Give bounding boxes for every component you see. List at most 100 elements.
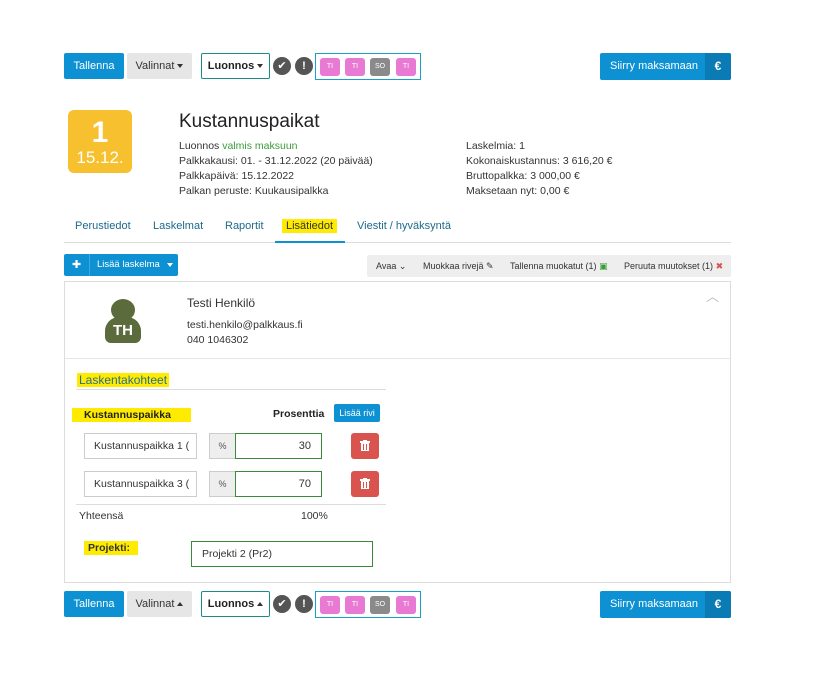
avatar: TH xyxy=(105,299,141,343)
pencil-icon: ✎ xyxy=(486,261,494,271)
save-changes-button[interactable]: Tallenna muokatut (1) ▣ xyxy=(510,255,608,277)
column-header-cost-center: Kustannuspaikka xyxy=(72,408,191,422)
options-label: Valinnat xyxy=(135,60,175,72)
exclamation-circle-icon[interactable]: ! xyxy=(295,57,313,75)
badge-day: 1 xyxy=(91,116,109,149)
total-cost: Kokonaiskustannus: 3 616,20 € xyxy=(466,155,613,167)
chip-ti[interactable]: TI xyxy=(345,58,365,76)
check-circle-icon[interactable]: ✔ xyxy=(273,595,291,613)
project-label: Projekti: xyxy=(84,541,139,555)
save-changes-label: Tallenna muokatut (1) xyxy=(510,261,597,271)
payment-label: Siirry maksamaan xyxy=(610,60,699,72)
options-label: Valinnat xyxy=(135,598,175,610)
save-button[interactable]: Tallenna xyxy=(64,591,124,617)
workflow-chips: TI TI SO TI xyxy=(315,53,421,80)
status-text: valmis maksuun xyxy=(222,140,298,152)
pay-period: Palkkakausi: 01. - 31.12.2022 (20 päivää… xyxy=(179,155,373,167)
status-label: Luonnos xyxy=(207,598,255,610)
tab-bar: Perustiedot Laskelmat Raportit Lisätiedo… xyxy=(64,215,731,243)
caret-up-icon xyxy=(177,602,184,607)
caret-down-icon xyxy=(167,263,173,267)
chip-ti[interactable]: TI xyxy=(345,596,365,614)
delete-row-button[interactable] xyxy=(351,471,379,497)
pay-day: Palkkapäivä: 15.12.2022 xyxy=(179,170,295,182)
chip-ti[interactable]: TI xyxy=(396,596,416,614)
payment-label: Siirry maksamaan xyxy=(610,598,699,610)
date-badge: 1 15.12. xyxy=(68,110,132,173)
gross-salary: Bruttopalkka: 3 000,00 € xyxy=(466,170,580,182)
euro-icon: € xyxy=(705,591,731,618)
open-label: Avaa xyxy=(376,261,397,271)
chip-so[interactable]: SO xyxy=(370,596,390,614)
project-select[interactable]: Projekti 2 (Pr2) xyxy=(191,541,373,567)
tab-basic-info[interactable]: Perustiedot xyxy=(75,220,131,232)
options-dropdown[interactable]: Valinnat xyxy=(127,53,192,79)
cancel-changes-button[interactable]: Peruuta muutokset (1) ✖ xyxy=(624,255,723,277)
go-to-payment-button[interactable]: Siirry maksamaan € xyxy=(600,591,731,618)
close-icon: ✖ xyxy=(715,261,724,271)
status-prefix: Luonnos xyxy=(179,140,220,152)
trash-icon xyxy=(360,440,370,451)
cancel-changes-label: Peruuta muutokset (1) xyxy=(624,261,714,271)
avatar-initials: TH xyxy=(105,317,141,343)
add-row-button[interactable]: Lisää rivi xyxy=(334,404,380,422)
percent-addon: % xyxy=(209,433,236,459)
caret-down-icon xyxy=(177,64,184,69)
caret-down-icon xyxy=(257,64,264,69)
exclamation-circle-icon[interactable]: ! xyxy=(295,595,313,613)
chip-ti[interactable]: TI xyxy=(320,58,340,76)
tab-calculations[interactable]: Laskelmat xyxy=(153,220,203,232)
active-tab-indicator xyxy=(275,241,345,243)
percent-addon: % xyxy=(209,471,236,497)
salary-basis: Palkan peruste: Kuukausipalkka xyxy=(179,185,329,197)
total-value: 100% xyxy=(301,510,328,522)
chip-ti[interactable]: TI xyxy=(320,596,340,614)
go-to-payment-button[interactable]: Siirry maksamaan € xyxy=(600,53,731,80)
calculation-panel: ︿ TH Testi Henkilö testi.henkilo@palkkau… xyxy=(64,281,731,583)
save-button[interactable]: Tallenna xyxy=(64,53,124,79)
status-label: Luonnos xyxy=(207,60,255,72)
plus-icon: ✚ xyxy=(72,259,82,271)
total-divider xyxy=(76,504,386,505)
options-dropdown[interactable]: Valinnat xyxy=(127,591,192,617)
add-calculation-button[interactable]: ✚ Lisää laskelma xyxy=(64,254,178,276)
section-divider xyxy=(76,389,386,390)
badge-date: 15.12. xyxy=(76,148,124,167)
person-phone: 040 1046302 xyxy=(187,334,249,346)
bottom-action-bar: Tallenna Valinnat Luonnos ✔ ! TI TI SO T… xyxy=(64,591,731,618)
cost-center-select[interactable]: Kustannuspaikka 3 ( xyxy=(84,471,197,497)
tab-reports[interactable]: Raportit xyxy=(225,220,264,232)
person-name: Testi Henkilö xyxy=(187,296,256,310)
chip-so[interactable]: SO xyxy=(370,58,390,76)
delete-row-button[interactable] xyxy=(351,433,379,459)
status-dropdown[interactable]: Luonnos xyxy=(201,53,270,79)
chevron-up-icon[interactable]: ︿ xyxy=(706,286,719,305)
row-toolbar: Avaa ⌄ Muokkaa rivejä ✎ Tallenna muokatu… xyxy=(367,255,731,277)
panel-divider xyxy=(65,358,730,359)
open-dropdown[interactable]: Avaa ⌄ xyxy=(376,255,406,277)
percent-input[interactable]: 30 xyxy=(235,433,322,459)
top-action-bar: Tallenna Valinnat Luonnos ✔ ! TI TI SO T… xyxy=(64,53,731,80)
tab-messages-approval[interactable]: Viestit / hyväksyntä xyxy=(357,220,451,232)
button-divider xyxy=(89,254,90,276)
calculation-count: Laskelmia: 1 xyxy=(466,140,525,152)
percent-input[interactable]: 70 xyxy=(235,471,322,497)
workflow-chips: TI TI SO TI xyxy=(315,591,421,618)
page-title: Kustannuspaikat xyxy=(179,111,320,132)
edit-rows-button[interactable]: Muokkaa rivejä ✎ xyxy=(423,255,494,277)
person-email: testi.henkilo@palkkaus.fi xyxy=(187,319,303,331)
chip-ti[interactable]: TI xyxy=(396,58,416,76)
tab-additional-info[interactable]: Lisätiedot xyxy=(282,219,338,233)
column-header-percent: Prosenttia xyxy=(273,408,325,420)
cost-center-select[interactable]: Kustannuspaikka 1 ( xyxy=(84,433,197,459)
status-dropdown[interactable]: Luonnos xyxy=(201,591,270,617)
check-circle-icon[interactable]: ✔ xyxy=(273,57,291,75)
paid-now: Maksetaan nyt: 0,00 € xyxy=(466,185,570,197)
euro-icon: € xyxy=(705,53,731,80)
floppy-icon: ▣ xyxy=(599,261,608,271)
caret-up-icon xyxy=(257,602,264,607)
edit-rows-label: Muokkaa rivejä xyxy=(423,261,484,271)
chevron-down-icon: ⌄ xyxy=(398,261,407,271)
trash-icon xyxy=(360,478,370,489)
section-title: Laskentakohteet xyxy=(77,373,170,387)
